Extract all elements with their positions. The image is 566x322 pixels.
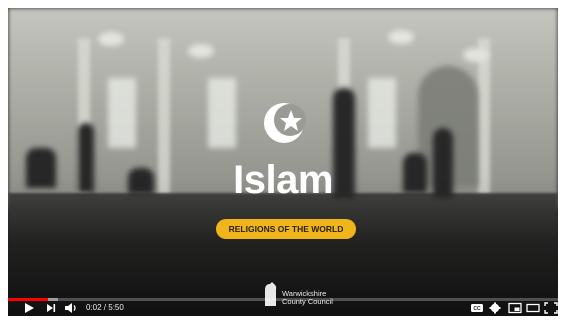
miniplayer-icon[interactable]	[508, 302, 522, 314]
subtitle-badge: RELIGIONS OF THE WORLD	[216, 219, 356, 239]
time-display: 0:02 / 5:50	[86, 303, 124, 312]
subtitles-icon[interactable]: CC	[470, 302, 484, 314]
crescent-star-icon	[264, 103, 306, 143]
volume-icon[interactable]	[64, 302, 78, 314]
play-icon[interactable]	[22, 302, 36, 314]
video-title: Islam	[233, 158, 333, 202]
fullscreen-icon[interactable]	[544, 302, 558, 314]
next-icon[interactable]	[44, 302, 58, 314]
control-bar: 0:02 / 5:50 CC	[8, 300, 558, 316]
theater-icon[interactable]	[526, 302, 540, 314]
settings-icon[interactable]	[488, 302, 502, 314]
svg-text:CC: CC	[473, 306, 481, 312]
video-player[interactable]: Islam RELIGIONS OF THE WORLD Warwickshir…	[8, 8, 558, 316]
